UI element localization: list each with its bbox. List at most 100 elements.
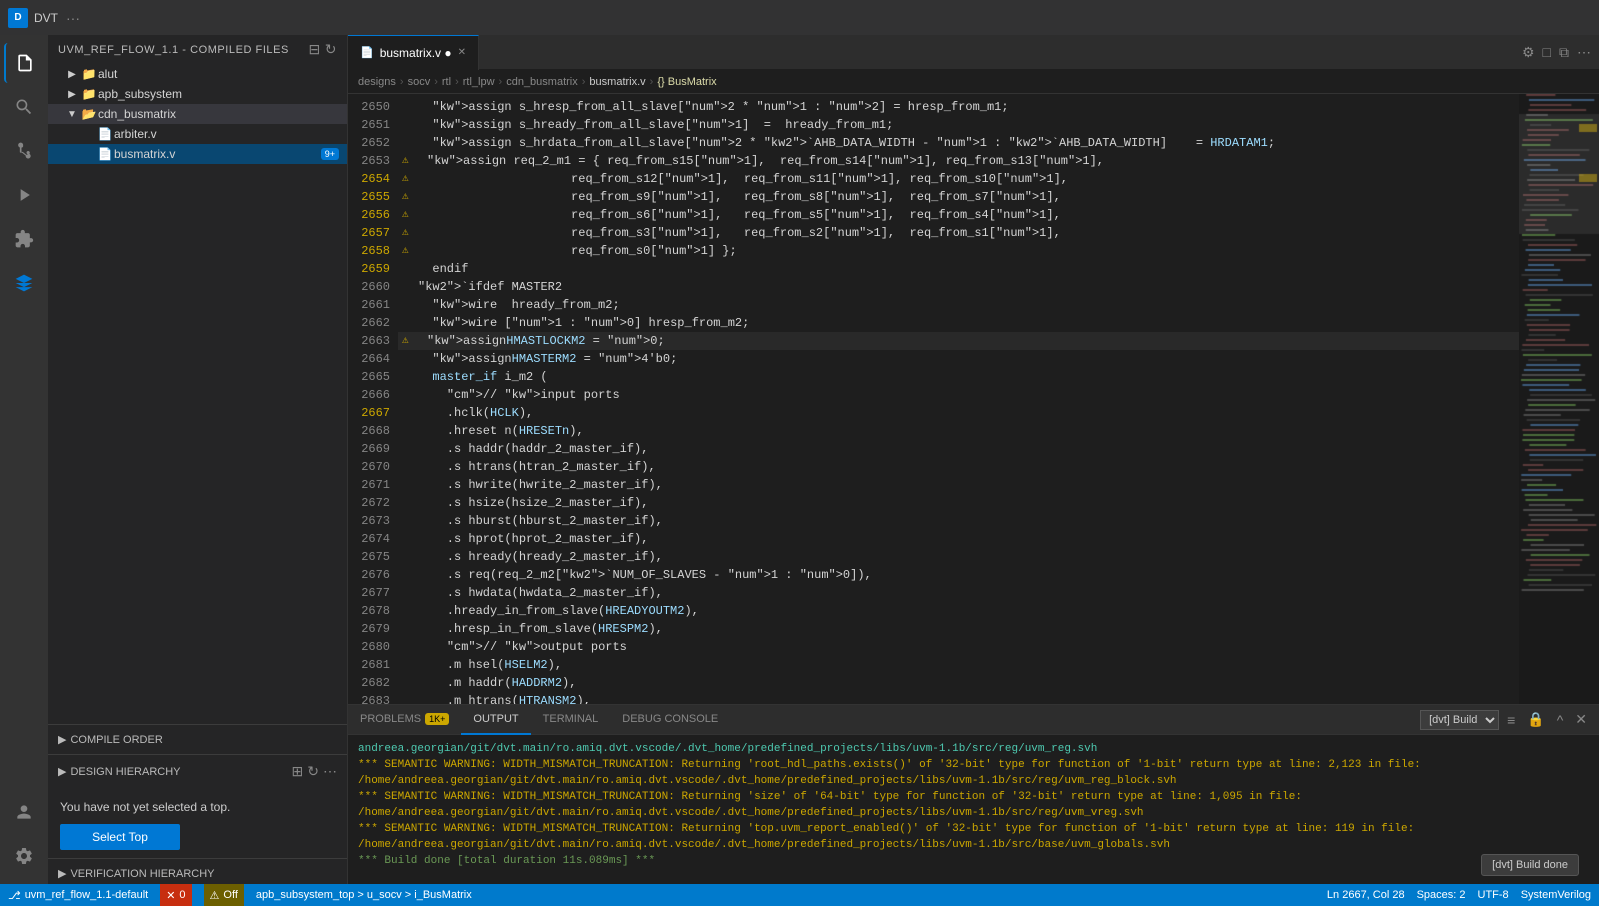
title-bar-menu-dots[interactable]: ··· [66, 10, 80, 26]
code-line: .s req(req_2_m2["kw2">`NUM_OF_SLAVES - "… [398, 566, 1519, 584]
warnings-item[interactable]: ⚠ Off [204, 884, 244, 906]
tree-item-arbiter-label: arbiter.v [114, 127, 347, 141]
hierarchy-expand-icon[interactable]: ⊞ [292, 763, 304, 780]
line-number: 2661 [356, 296, 390, 314]
tree-item-alut[interactable]: ▶ 📁 alut [48, 64, 347, 84]
code-line: ⚠ req_from_s12["num">1], req_from_s11["n… [398, 170, 1519, 188]
compiled-files-header[interactable]: UVM_REF_FLOW_1.1 - COMPILED FILES ⊟ ↻ [48, 35, 347, 64]
tree-item-cdn[interactable]: ▼ 📂 cdn_busmatrix [48, 104, 347, 124]
collapse-all-icon[interactable]: ⊟ [308, 41, 320, 58]
line-number: 2677 [356, 584, 390, 602]
status-bar-right: Ln 2667, Col 28 Spaces: 2 UTF-8 SystemVe… [1327, 889, 1591, 901]
activity-dvt-icon[interactable] [4, 263, 44, 303]
build-select[interactable]: [dvt] Build [1420, 710, 1499, 730]
title-bar: D DVT ··· [0, 0, 1599, 35]
code-text: "kw">wire [418, 296, 497, 314]
verification-hierarchy-header[interactable]: ▶ VERIFICATION HIERARCHY [48, 863, 347, 884]
line-number: 2669 [356, 440, 390, 458]
line-number: 2666 [356, 386, 390, 404]
breadcrumb-rtl[interactable]: rtl [442, 76, 451, 88]
warning-glyph: ⚠ [402, 332, 409, 350]
activity-search-icon[interactable] [4, 87, 44, 127]
line-number: 2668 [356, 422, 390, 440]
terminal-line: andreea.georgian/git/dvt.main/ro.amiq.dv… [358, 741, 1589, 757]
select-top-button[interactable]: Select Top [60, 824, 180, 850]
errors-item[interactable]: ✕ 0 [160, 884, 191, 906]
tree-item-busmatrix[interactable]: 📄 busmatrix.v 9+ [48, 144, 347, 164]
activity-source-control-icon[interactable] [4, 131, 44, 171]
language-item[interactable]: SystemVerilog [1521, 889, 1591, 901]
tab-problems[interactable]: PROBLEMS 1K+ [348, 705, 461, 735]
terminal-clear-icon[interactable]: ≡ [1503, 710, 1519, 730]
hierarchy-more-icon[interactable]: ⋯ [323, 763, 337, 780]
code-text: .s hwdata(hwdata_2_master_if), [418, 584, 663, 602]
line-number: 2662 [356, 314, 390, 332]
code-text: .s haddr(haddr_2_master_if), [418, 440, 648, 458]
code-text: req_from_s0["num">1 [413, 242, 708, 260]
code-line: .m htrans(HTRANSM2), [398, 692, 1519, 704]
code-line: "kw">wire ["num">1 : "num">0] hresp_from… [398, 314, 1519, 332]
breadcrumb-bar: designs › socv › rtl › rtl_lpw › cdn_bus… [348, 70, 1599, 94]
tab-close-icon[interactable]: ✕ [458, 47, 466, 58]
git-branch-item[interactable]: ⎇ uvm_ref_flow_1.1-default [8, 889, 148, 902]
code-line: .s hwdata(hwdata_2_master_if), [398, 584, 1519, 602]
compile-order-header[interactable]: ▶ COMPILE ORDER [48, 729, 347, 750]
code-text: .m haddr(HADDRM2), [418, 674, 576, 692]
code-line: .hresp_in_from_slave(HRESPM2), [398, 620, 1519, 638]
line-number: 2655 [356, 188, 390, 206]
file-icon: 📄 [360, 46, 374, 59]
design-hierarchy-header[interactable]: ▶ DESIGN HIERARCHY ⊞ ↻ ⋯ [48, 759, 347, 784]
code-line: .s haddr(haddr_2_master_if), [398, 440, 1519, 458]
code-text: "kw2">`ifdef [418, 278, 504, 296]
git-branch-icon: ⎇ [8, 889, 21, 902]
activity-files-icon[interactable] [4, 43, 44, 83]
breadcrumb-file[interactable]: busmatrix.v [589, 76, 645, 88]
chevron-down-icon: ▼ [64, 106, 80, 122]
code-text: .s hwrite(hwrite_2_master_if), [418, 476, 663, 494]
more-actions-icon[interactable]: ⋯ [1577, 44, 1591, 61]
tab-debug-console[interactable]: DEBUG CONSOLE [610, 705, 730, 735]
line-number: 2679 [356, 620, 390, 638]
maximize-icon[interactable]: □ [1543, 44, 1551, 60]
line-col-item[interactable]: Ln 2667, Col 28 [1327, 889, 1405, 901]
tree-item-apb[interactable]: ▶ 📁 apb_subsystem [48, 84, 347, 104]
hierarchy-refresh-icon[interactable]: ↻ [307, 763, 319, 780]
terminal-expand-icon[interactable]: ^ [1553, 710, 1568, 730]
activity-settings-icon[interactable] [4, 836, 44, 876]
activity-account-icon[interactable] [4, 792, 44, 832]
activity-run-icon[interactable] [4, 175, 44, 215]
breadcrumb-designs[interactable]: designs [358, 76, 396, 88]
code-text: .s hsize(hsize_2_master_if), [418, 494, 648, 512]
no-chevron [80, 126, 96, 142]
location-item[interactable]: apb_subsystem_top > u_socv > i_BusMatrix [256, 889, 472, 901]
line-number: 2665 [356, 368, 390, 386]
breadcrumb-symbol[interactable]: {} BusMatrix [657, 76, 716, 88]
encoding-item[interactable]: UTF-8 [1478, 889, 1509, 901]
verification-hierarchy-label: VERIFICATION HIERARCHY [70, 868, 214, 880]
tree-item-arbiter[interactable]: 📄 arbiter.v [48, 124, 347, 144]
terminal-tabs: PROBLEMS 1K+ OUTPUT TERMINAL DEBUG CONSO… [348, 705, 1599, 735]
refresh-icon[interactable]: ↻ [325, 41, 337, 58]
breadcrumb-rtl-lpw[interactable]: rtl_lpw [463, 76, 495, 88]
code-body[interactable]: "kw">assign s_hresp_from_all_slave["num"… [398, 94, 1519, 704]
terminal-close-icon[interactable]: ✕ [1571, 709, 1591, 730]
build-done-toast: [dvt] Build done [1481, 854, 1579, 876]
split-editor-icon[interactable]: ⧉ [1559, 44, 1569, 61]
activity-extensions-icon[interactable] [4, 219, 44, 259]
settings-gear-icon[interactable]: ⚙ [1522, 44, 1535, 61]
line-number: 2664 [356, 350, 390, 368]
tab-busmatrix[interactable]: 📄 busmatrix.v ● ✕ [348, 35, 479, 70]
code-line: master_if i_m2 ( [398, 368, 1519, 386]
tab-output[interactable]: OUTPUT [461, 705, 530, 735]
breadcrumb-cdn[interactable]: cdn_busmatrix [506, 76, 578, 88]
no-top-message: You have not yet selected a top. [60, 800, 335, 814]
code-text: .m hsel(HSELM2), [418, 656, 562, 674]
code-line: "kw2">`ifdef MASTER2 [398, 278, 1519, 296]
build-done-label: [dvt] Build done [1492, 859, 1568, 871]
tab-terminal[interactable]: TERMINAL [531, 705, 611, 735]
compile-order-label: COMPILE ORDER [70, 734, 162, 746]
terminal-panel: PROBLEMS 1K+ OUTPUT TERMINAL DEBUG CONSO… [348, 704, 1599, 884]
terminal-lock-icon[interactable]: 🔒 [1523, 709, 1548, 730]
spaces-item[interactable]: Spaces: 2 [1417, 889, 1466, 901]
breadcrumb-socv[interactable]: socv [408, 76, 431, 88]
